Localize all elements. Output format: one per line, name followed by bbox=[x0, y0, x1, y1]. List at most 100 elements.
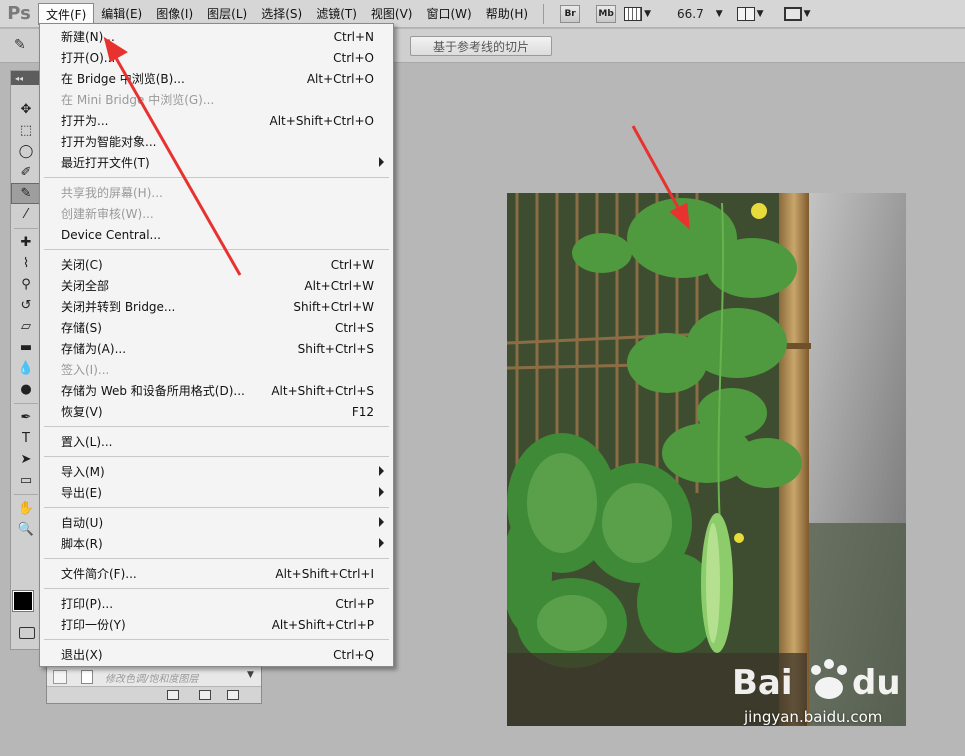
menu-edit[interactable]: 编辑(E) bbox=[94, 3, 149, 25]
file-menu-item[interactable]: 恢复(V) F12 bbox=[40, 401, 393, 422]
menu-separator bbox=[44, 639, 389, 640]
path-select-tool-icon[interactable]: ➤ bbox=[11, 449, 41, 470]
menu-help[interactable]: 帮助(H) bbox=[479, 3, 535, 25]
file-menu-item[interactable]: 脚本(R) bbox=[40, 533, 393, 554]
chevron-down-icon[interactable]: ▼ bbox=[247, 670, 254, 680]
history-brush-tool-icon[interactable]: ↺ bbox=[11, 295, 41, 316]
gradient-tool-icon[interactable]: ▬ bbox=[11, 337, 41, 358]
slice-tool-icon[interactable]: ✎ bbox=[11, 183, 41, 204]
canvas-image[interactable] bbox=[507, 193, 906, 726]
quick-select-tool-icon[interactable]: ✐ bbox=[11, 162, 41, 183]
file-menu-item[interactable]: 打开为智能对象... bbox=[40, 131, 393, 152]
foreground-color-swatch[interactable] bbox=[12, 590, 34, 612]
layer-visibility-checkbox[interactable] bbox=[53, 670, 67, 684]
menu-item-shortcut: F12 bbox=[351, 404, 374, 419]
screen-mode-icon[interactable] bbox=[783, 6, 802, 21]
zoom-tool-icon[interactable]: 🔍 bbox=[11, 519, 41, 540]
file-menu-item[interactable]: 存储为 Web 和设备所用格式(D)... Alt+Shift+Ctrl+S bbox=[40, 380, 393, 401]
chevron-down-icon[interactable]: ▼ bbox=[804, 9, 811, 19]
chevron-down-icon[interactable]: ▼ bbox=[757, 9, 764, 19]
zoom-dropdown-icon[interactable]: ▼ bbox=[716, 9, 723, 19]
dodge-tool-icon[interactable]: ● bbox=[11, 379, 41, 400]
hand-tool-icon[interactable]: ✋ bbox=[11, 498, 41, 519]
menu-select[interactable]: 选择(S) bbox=[254, 3, 309, 25]
menu-window[interactable]: 窗口(W) bbox=[419, 3, 478, 25]
menu-item-shortcut: Shift+Ctrl+S bbox=[297, 341, 374, 356]
menu-item-label: 导出(E) bbox=[61, 486, 102, 500]
file-menu-item[interactable]: 打开为... Alt+Shift+Ctrl+O bbox=[40, 110, 393, 131]
brush-tool-icon[interactable]: ⌇ bbox=[11, 253, 41, 274]
file-menu-item[interactable]: 新建(N)... Ctrl+N bbox=[40, 26, 393, 47]
slices-from-guides-button[interactable]: 基于参考线的切片 bbox=[410, 36, 552, 56]
lasso-tool-icon[interactable]: ◯ bbox=[11, 141, 41, 162]
file-menu-item[interactable]: 导出(E) bbox=[40, 482, 393, 503]
pen-tool-icon[interactable]: ✒ bbox=[11, 407, 41, 428]
quick-mask-icon[interactable] bbox=[19, 627, 35, 639]
menu-item-shortcut: Ctrl+P bbox=[335, 596, 374, 611]
file-menu-item[interactable]: 关闭并转到 Bridge... Shift+Ctrl+W bbox=[40, 296, 393, 317]
bridge-button[interactable]: Br bbox=[560, 4, 581, 23]
menu-item-shortcut: Ctrl+Q bbox=[333, 647, 374, 662]
view-extras-icon[interactable] bbox=[624, 6, 643, 21]
tool-divider bbox=[14, 403, 38, 404]
shape-tool-icon[interactable]: ▭ bbox=[11, 470, 41, 491]
file-menu-item[interactable]: 最近打开文件(T) bbox=[40, 152, 393, 173]
submenu-arrow-icon bbox=[379, 466, 384, 476]
mini-bridge-button[interactable]: Mb bbox=[596, 4, 617, 23]
marquee-tool-icon[interactable]: ⬚ bbox=[11, 120, 41, 141]
file-menu-item[interactable]: 打印一份(Y) Alt+Shift+Ctrl+P bbox=[40, 614, 393, 635]
file-menu-item[interactable]: 文件简介(F)... Alt+Shift+Ctrl+I bbox=[40, 563, 393, 584]
menu-item-label: 创建新审核(W)... bbox=[61, 207, 154, 221]
menu-item-label: 在 Bridge 中浏览(B)... bbox=[61, 72, 185, 86]
slice-tool-icon[interactable]: ✎ bbox=[14, 37, 36, 55]
menu-file[interactable]: 文件(F) bbox=[38, 2, 95, 25]
move-tool-icon[interactable]: ✥ bbox=[11, 99, 41, 120]
menubar-divider bbox=[543, 3, 545, 24]
menu-separator bbox=[44, 177, 389, 178]
file-menu-item[interactable]: Device Central... bbox=[40, 224, 393, 245]
menu-layer[interactable]: 图层(L) bbox=[200, 3, 254, 25]
menu-item-shortcut: Alt+Ctrl+W bbox=[304, 278, 374, 293]
menu-item-label: 导入(M) bbox=[61, 465, 105, 479]
file-menu-item[interactable]: 存储为(A)... Shift+Ctrl+S bbox=[40, 338, 393, 359]
bitter-melon-photo bbox=[507, 193, 906, 726]
healing-brush-tool-icon[interactable]: ✚ bbox=[11, 232, 41, 253]
trash-icon[interactable] bbox=[227, 690, 239, 700]
layer-mask-icon[interactable] bbox=[167, 690, 179, 700]
menu-separator bbox=[44, 426, 389, 427]
menu-item-label: 存储为(A)... bbox=[61, 342, 127, 356]
file-menu-item[interactable]: 自动(U) bbox=[40, 512, 393, 533]
menu-filter[interactable]: 滤镜(T) bbox=[309, 3, 364, 25]
file-menu-item[interactable]: 打印(P)... Ctrl+P bbox=[40, 593, 393, 614]
menu-view[interactable]: 视图(V) bbox=[364, 3, 420, 25]
file-menu-item[interactable]: 退出(X) Ctrl+Q bbox=[40, 644, 393, 665]
file-menu-item[interactable]: 关闭(C) Ctrl+W bbox=[40, 254, 393, 275]
menu-item-label: 置入(L)... bbox=[61, 435, 113, 449]
file-menu-item[interactable]: 存储(S) Ctrl+S bbox=[40, 317, 393, 338]
type-tool-icon[interactable]: T bbox=[11, 428, 41, 449]
file-menu-item[interactable]: 在 Bridge 中浏览(B)... Alt+Ctrl+O bbox=[40, 68, 393, 89]
file-menu-item[interactable]: 导入(M) bbox=[40, 461, 393, 482]
tools-panel-header[interactable]: ◂◂ bbox=[11, 71, 41, 85]
clone-stamp-tool-icon[interactable]: ⚲ bbox=[11, 274, 41, 295]
file-menu-item[interactable]: 置入(L)... bbox=[40, 431, 393, 452]
blur-tool-icon[interactable]: 💧 bbox=[11, 358, 41, 379]
file-menu-item[interactable]: 关闭全部 Alt+Ctrl+W bbox=[40, 275, 393, 296]
menu-item-label: 关闭并转到 Bridge... bbox=[61, 300, 176, 314]
layer-row[interactable]: 修改色调/饱和度图层 ▼ bbox=[47, 667, 261, 687]
menu-item-label: 打印(P)... bbox=[61, 597, 114, 611]
file-menu-item[interactable]: 打开(O)... Ctrl+O bbox=[40, 47, 393, 68]
layer-doc-icon bbox=[81, 670, 93, 684]
adjustment-layer-icon[interactable] bbox=[199, 690, 211, 700]
arrange-documents-icon[interactable] bbox=[736, 6, 755, 21]
chevron-down-icon[interactable]: ▼ bbox=[644, 9, 651, 19]
zoom-level[interactable]: 66.7 bbox=[677, 7, 704, 21]
menu-image[interactable]: 图像(I) bbox=[149, 3, 200, 25]
submenu-arrow-icon bbox=[379, 538, 384, 548]
tool-divider bbox=[14, 494, 38, 495]
eraser-tool-icon[interactable]: ▱ bbox=[11, 316, 41, 337]
menu-separator bbox=[44, 249, 389, 250]
file-menu-item: 签入(I)... bbox=[40, 359, 393, 380]
eyedropper-tool-icon[interactable]: ⁄ bbox=[11, 204, 41, 225]
menu-item-label: 自动(U) bbox=[61, 516, 104, 530]
